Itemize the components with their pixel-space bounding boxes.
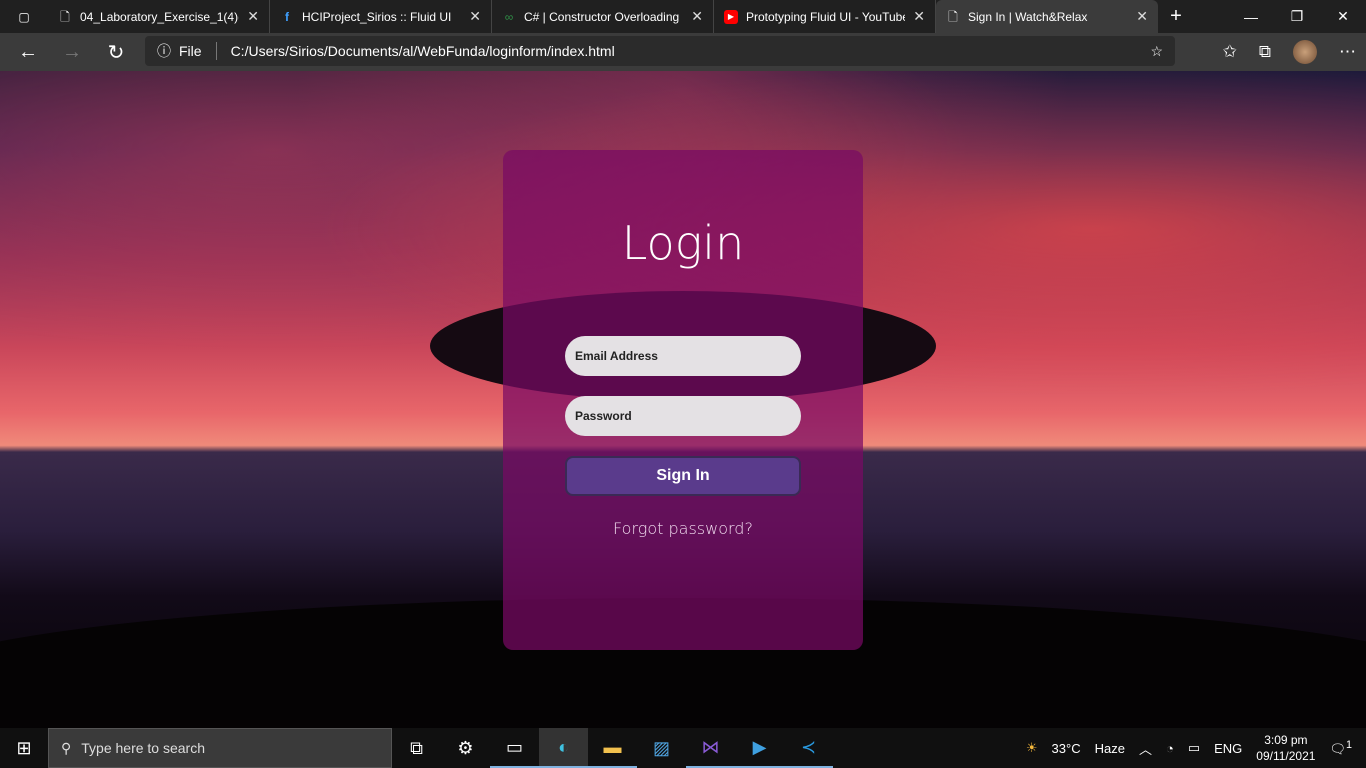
terminal-icon[interactable]: ▭	[490, 728, 539, 768]
avatar[interactable]	[1293, 40, 1317, 64]
new-tab-button[interactable]: +	[1158, 5, 1194, 28]
close-icon[interactable]: ✕	[469, 8, 481, 25]
address-bar-row: ← → ↻ ⓘ File C:/Users/Sirios/Documents/a…	[0, 33, 1366, 71]
forward-button[interactable]: →	[50, 41, 94, 64]
notifications-icon[interactable]: 🗨1	[1329, 739, 1352, 757]
favorites-icon[interactable]: ✩	[1223, 42, 1237, 62]
page-background: Login Sign In Forgot password?	[0, 71, 1366, 728]
movies-tv-icon[interactable]: ▶	[735, 728, 784, 768]
address-input[interactable]: ⓘ File C:/Users/Sirios/Documents/al/WebF…	[145, 36, 1175, 66]
close-icon[interactable]: ✕	[913, 8, 925, 25]
login-card: Login Sign In Forgot password?	[503, 150, 863, 650]
battery-icon[interactable]: ▭	[1188, 740, 1200, 756]
tab-1[interactable]: 🗋 04_Laboratory_Exercise_1(4)(2 ✕	[48, 0, 270, 33]
geeksforgeeks-icon: ∞	[504, 9, 514, 24]
close-icon[interactable]: ✕	[1136, 8, 1148, 25]
tab-2[interactable]: f HCIProject_Sirios :: Fluid UI ✕	[270, 0, 492, 33]
vscode-icon[interactable]: ≺	[784, 728, 833, 768]
add-favorite-icon[interactable]: ☆	[1150, 43, 1163, 60]
edge-icon[interactable]: ◐	[539, 728, 588, 768]
login-title: Login	[621, 216, 745, 270]
tab-4[interactable]: ▶ Prototyping Fluid UI - YouTube ✕	[714, 0, 936, 33]
fluid-ui-icon: f	[285, 9, 289, 24]
taskbar-search[interactable]: ⚲ Type here to search	[48, 728, 392, 768]
task-view-icon[interactable]: ⧉	[392, 728, 441, 768]
windows-start-icon[interactable]: ⊞	[0, 738, 48, 759]
refresh-button[interactable]: ↻	[94, 40, 138, 65]
tab-3[interactable]: ∞ C# | Constructor Overloading ✕	[492, 0, 714, 33]
password-input[interactable]	[565, 396, 801, 436]
divider	[215, 42, 217, 60]
close-icon[interactable]: ✕	[691, 8, 703, 25]
photos-icon[interactable]: ▨	[637, 728, 686, 768]
close-window-icon[interactable]: ✕	[1320, 0, 1366, 33]
tab-actions-icon[interactable]: ▢	[0, 10, 48, 24]
search-icon: ⚲	[61, 739, 72, 756]
document-icon: 🗋	[60, 9, 70, 24]
close-icon[interactable]: ✕	[247, 8, 259, 25]
email-input[interactable]	[565, 336, 801, 376]
visual-studio-icon[interactable]: ⋈	[686, 728, 735, 768]
tab-bar: ▢ 🗋 04_Laboratory_Exercise_1(4)(2 ✕ f HCIPr…	[0, 0, 1366, 33]
file-explorer-icon[interactable]: ▬	[588, 728, 637, 768]
youtube-icon: ▶	[724, 9, 738, 24]
chevron-up-icon[interactable]: ︿	[1139, 739, 1152, 758]
sign-in-button[interactable]: Sign In	[565, 456, 801, 496]
collections-icon[interactable]: ⧉	[1259, 42, 1271, 62]
wifi-icon[interactable]: ◔	[1166, 741, 1174, 756]
minimize-icon[interactable]: —	[1228, 0, 1274, 33]
back-button[interactable]: ←	[6, 41, 50, 64]
restore-icon[interactable]: ❐	[1274, 0, 1320, 33]
more-icon[interactable]: ⋯	[1339, 42, 1356, 62]
tab-5-active[interactable]: 🗋 Sign In | Watch&Relax ✕	[936, 0, 1158, 33]
taskbar: ⊞ ⚲ Type here to search ⧉ ⚙ ▭ ◐ ▬ ▨ ⋈ ▶ ≺…	[0, 728, 1366, 768]
document-icon: 🗋	[948, 9, 958, 24]
clock[interactable]: 3:09 pm 09/11/2021	[1256, 732, 1315, 764]
forgot-password-link[interactable]: Forgot password?	[503, 519, 863, 538]
info-icon[interactable]: ⓘ	[157, 41, 171, 61]
settings-icon[interactable]: ⚙	[441, 728, 490, 768]
weather-icon[interactable]: ☀	[1026, 740, 1038, 756]
